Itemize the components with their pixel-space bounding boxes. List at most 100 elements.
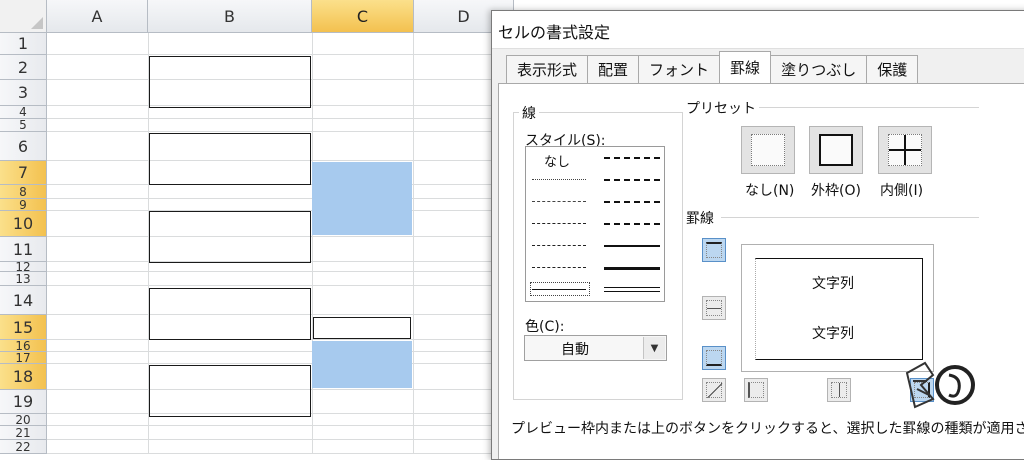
preview-text-top: 文字列 [812,276,854,292]
border-left-icon [748,382,764,398]
color-label: 色(C): [525,319,565,335]
preset-none-icon [751,134,785,166]
border-divider [721,217,979,218]
diagonal-up-icon [706,382,723,398]
row-header-3[interactable]: 3 [0,80,47,106]
line-style-medium-dashdot[interactable] [604,223,660,225]
grid-line [47,198,497,199]
line-style-list[interactable]: なし [525,146,665,302]
grid-line [413,33,414,454]
line-style-hair[interactable] [532,179,586,180]
row-header-19[interactable]: 19 [0,390,47,414]
row-header-7[interactable]: 7 [0,161,47,185]
bordered-range-b18-b19[interactable] [149,365,311,417]
line-style-medium-dashdotdot[interactable] [604,179,660,181]
row-header-12[interactable]: 12 [0,262,47,272]
row-header-1[interactable]: 1 [0,33,47,55]
line-style-thin[interactable] [532,289,586,290]
border-bottom-icon [706,350,722,366]
row-header-4[interactable]: 4 [0,106,47,119]
border-group-label: 罫線 [683,208,717,228]
border-left-button[interactable] [744,378,768,402]
chevron-down-icon[interactable]: ▼ [643,337,665,359]
row-header-2[interactable]: 2 [0,55,47,80]
tab-font[interactable]: フォント [638,55,721,83]
row-header-22[interactable]: 22 [0,440,47,454]
line-style-dotted[interactable] [532,201,586,202]
selected-cells-c7-c10[interactable] [312,162,412,235]
dialog-titlebar[interactable]: セルの書式設定 [492,11,1024,49]
grid-line [47,54,497,55]
border-bottom-button[interactable] [702,346,726,370]
line-style-thick[interactable] [604,267,660,270]
border-diagonal-up-button[interactable] [702,378,726,402]
tab-protection[interactable]: 保護 [866,55,919,83]
border-middle-vertical-icon [831,382,847,398]
preset-none-label: なし(N) [745,183,795,199]
line-style-double[interactable] [604,287,660,292]
grid-line [47,439,497,440]
preset-outline-icon [819,134,853,166]
column-header-a[interactable]: A [47,0,148,33]
preset-none-button[interactable] [741,126,795,174]
row-header-8[interactable]: 8 [0,185,47,199]
active-cell-c15[interactable] [313,317,411,339]
line-style-dashdotdot[interactable] [532,245,586,246]
line-style-slanted-dashdot[interactable] [604,201,660,203]
row-header-14[interactable]: 14 [0,286,47,315]
border-middle-horizontal-button[interactable] [702,296,726,320]
line-style-dashdot[interactable] [532,223,586,224]
selected-cells-c16-c18[interactable] [312,341,412,388]
line-style-medium[interactable] [604,245,660,247]
tab-alignment[interactable]: 配置 [587,55,640,83]
grid-line [47,425,497,426]
bordered-range-b2-b3[interactable] [149,56,311,108]
bordered-range-b10-b11[interactable] [149,211,311,263]
row-header-15[interactable]: 15 [0,315,47,340]
preview-text-bottom: 文字列 [812,326,854,342]
color-dropdown[interactable]: 自動 ▼ [524,335,667,361]
grid-line [47,285,497,286]
tab-fill[interactable]: 塗りつぶし [770,55,868,83]
grid-line [47,363,497,364]
row-header-9[interactable]: 9 [0,199,47,211]
border-middle-vertical-button[interactable] [827,378,851,402]
logo-icon [905,361,975,409]
line-style-none[interactable]: なし [544,151,570,170]
tab-border[interactable]: 罫線 [719,51,772,83]
preset-inside-label: 内側(I) [880,183,924,199]
dialog-title: セルの書式設定 [498,23,611,42]
row-header-17[interactable]: 17 [0,352,47,364]
row-header-13[interactable]: 13 [0,272,47,286]
tab-number[interactable]: 表示形式 [506,55,589,83]
line-group-label: 線 [519,103,539,123]
grid-line [312,33,313,454]
row-header-21[interactable]: 21 [0,426,47,440]
column-header-b[interactable]: B [148,0,312,33]
border-top-button[interactable] [702,238,726,262]
grid-line [47,131,497,132]
row-header-6[interactable]: 6 [0,132,47,161]
row-header-11[interactable]: 11 [0,237,47,262]
preset-group-label: プリセット [683,98,759,118]
row-header-10[interactable]: 10 [0,211,47,237]
line-style-dashed[interactable] [532,267,586,268]
row-header-20[interactable]: 20 [0,414,47,426]
row-header-5[interactable]: 5 [0,119,47,132]
preset-outline-label: 外枠(O) [811,183,861,199]
select-all-corner[interactable] [0,0,47,33]
preset-inside-button[interactable] [878,126,932,174]
border-preview[interactable]: 文字列 文字列 [741,244,934,372]
preset-outline-button[interactable] [809,126,863,174]
bordered-range-b6-b7[interactable] [149,133,311,185]
hint-text: プレビュー枠内または上のボタンをクリックすると、選択した罫線の種類が適用さ [511,421,1024,437]
bordered-range-b14-b15[interactable] [149,288,311,340]
column-header-c[interactable]: C [312,0,414,33]
border-middle-horizontal-icon [706,300,722,316]
line-style-medium-dashed[interactable] [604,157,660,159]
grid-line [47,351,497,352]
row-header-16[interactable]: 16 [0,340,47,352]
row-header-18[interactable]: 18 [0,364,47,390]
tab-strip: 表示形式 配置 フォント 罫線 塗りつぶし 保護 [506,51,919,83]
border-top-icon [706,242,722,258]
